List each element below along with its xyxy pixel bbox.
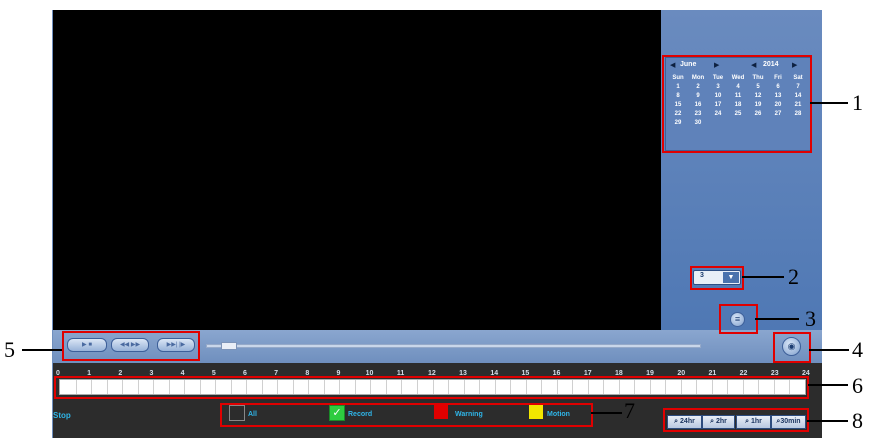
callout-box-legend	[220, 403, 593, 427]
playback-status: Stop	[53, 411, 71, 420]
callout-box-calendar	[662, 55, 812, 153]
callout-number-5: 5	[4, 337, 15, 362]
callout-number-6: 6	[852, 373, 863, 398]
leader-line-6	[808, 384, 848, 386]
callout-box-zoom	[663, 408, 809, 432]
leader-line-8	[807, 420, 848, 422]
video-display	[53, 10, 661, 330]
callout-box-volume	[773, 332, 811, 363]
leader-line-7	[591, 412, 622, 414]
progress-track[interactable]	[206, 344, 701, 348]
callout-box-channel	[690, 266, 744, 290]
callout-number-3: 3	[805, 306, 816, 331]
leader-line-3	[755, 318, 799, 320]
callout-number-7: 7	[624, 398, 635, 423]
leader-line-2	[742, 276, 784, 278]
callout-number-8: 8	[852, 408, 863, 433]
callout-number-4: 4	[852, 337, 863, 362]
callout-number-1: 1	[852, 90, 863, 115]
callout-box-sync	[719, 304, 758, 334]
progress-thumb[interactable]	[221, 342, 237, 350]
leader-line-1	[810, 102, 848, 104]
callout-box-timeline	[54, 376, 809, 399]
leader-line-5	[22, 349, 62, 351]
callout-number-2: 2	[788, 264, 799, 289]
callout-box-playback-controls	[62, 331, 200, 361]
leader-line-4	[809, 349, 849, 351]
